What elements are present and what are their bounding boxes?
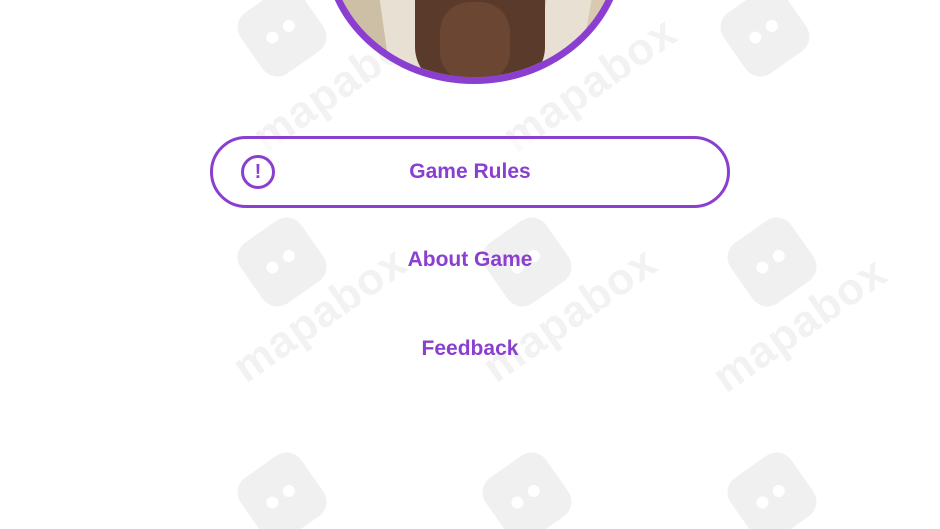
game-rules-label: Game Rules bbox=[409, 160, 531, 183]
watermark-logo-icon bbox=[475, 445, 579, 529]
watermark-logo-icon bbox=[713, 0, 817, 84]
feedback-label: Feedback bbox=[421, 337, 519, 360]
watermark-logo-icon bbox=[720, 445, 824, 529]
app-screen: mapabox mapabox mapabox mapabox mapabox … bbox=[0, 0, 940, 529]
watermark-logo-icon bbox=[230, 0, 334, 84]
profile-avatar bbox=[323, 0, 625, 84]
watermark-logo-icon bbox=[720, 210, 824, 314]
feedback-link[interactable]: Feedback bbox=[310, 329, 630, 369]
about-game-label: About Game bbox=[407, 248, 533, 271]
watermark-logo-icon bbox=[230, 445, 334, 529]
about-game-link[interactable]: About Game bbox=[310, 240, 630, 280]
watermark-text: mapabox bbox=[703, 247, 896, 403]
exclamation-circle-icon: ! bbox=[241, 155, 275, 189]
game-rules-button[interactable]: ! Game Rules bbox=[210, 136, 730, 208]
